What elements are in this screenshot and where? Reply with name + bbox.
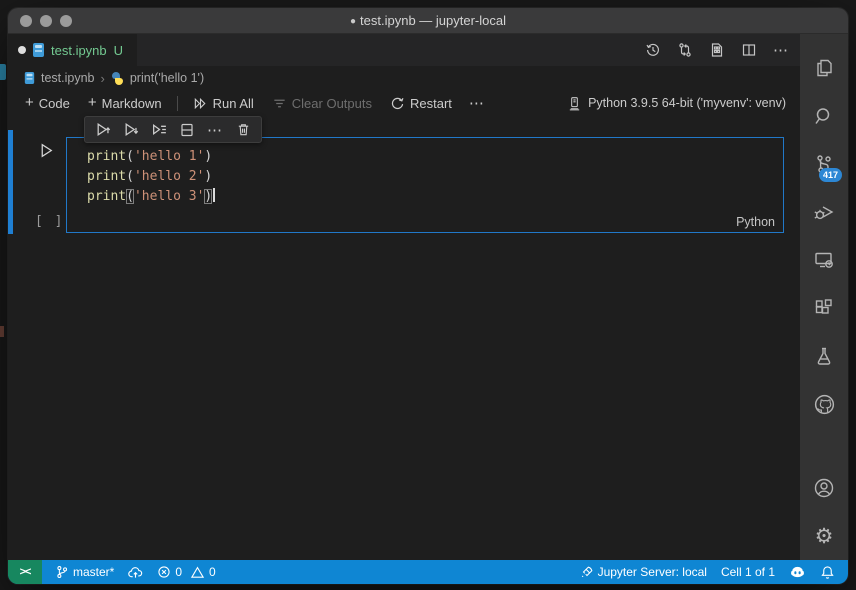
text-cursor (213, 188, 215, 202)
settings-gear-icon[interactable]: ⚙ (800, 512, 848, 560)
warnings-icon (190, 565, 205, 580)
run-all-icon (193, 96, 208, 111)
clear-outputs-button: Clear Outputs (265, 94, 379, 113)
more-actions-icon[interactable]: ⋯ (770, 39, 792, 61)
toolbar-divider (177, 96, 178, 111)
branch-icon (55, 565, 69, 579)
window-title: ●test.ipynb — jupyter-local (8, 13, 848, 28)
code-cell[interactable]: print('hello 1')print('hello 2')print('h… (66, 137, 784, 233)
activity-bar: 417 (800, 34, 848, 560)
run-cell-icon (38, 142, 55, 159)
copilot-status-button[interactable] (782, 560, 813, 584)
notifications-bell-icon[interactable] (813, 560, 842, 584)
code-line[interactable]: print('hello 2') (87, 167, 783, 187)
title-bar: ●test.ipynb — jupyter-local (8, 8, 848, 34)
git-branch-item[interactable]: master* (48, 560, 121, 584)
breadcrumb-file[interactable]: test.ipynb (41, 71, 95, 85)
problems-item[interactable]: 0 0 (150, 560, 222, 584)
breadcrumb[interactable]: test.ipynb › print('hello 1') (8, 66, 800, 90)
vscode-window: ●test.ipynb — jupyter-local test.ipynb U (8, 8, 848, 584)
cell-toolbar: ⋯ (84, 116, 262, 143)
cell-code[interactable]: print('hello 1')print('hello 2')print('h… (67, 138, 783, 207)
restart-kernel-button[interactable]: Restart (383, 94, 459, 113)
add-markdown-cell-button[interactable]: + Markdown (81, 94, 169, 113)
export-notebook-icon[interactable] (706, 39, 728, 61)
toolbar-more-actions[interactable]: ⋯ (463, 94, 491, 112)
tab-file-name: test.ipynb (51, 43, 107, 58)
kernel-picker[interactable]: Python 3.9.5 64-bit ('myvenv': venv) (561, 94, 792, 113)
split-cell-icon[interactable] (175, 119, 199, 141)
breadcrumb-separator: › (101, 71, 105, 86)
status-bar-right: Jupyter Server: local Cell 1 of 1 (573, 560, 848, 584)
plus-icon: + (25, 95, 34, 110)
clear-outputs-icon (272, 96, 287, 111)
account-icon[interactable] (800, 464, 848, 512)
tab-bar: test.ipynb U (8, 34, 800, 66)
status-bar: >< master* 0 (8, 560, 848, 584)
cell-position-item[interactable]: Cell 1 of 1 (714, 560, 782, 584)
remote-explorer-icon[interactable] (800, 236, 848, 284)
testing-icon[interactable] (800, 332, 848, 380)
tab-modified-dot (18, 46, 26, 54)
publish-changes-button[interactable] (121, 560, 150, 584)
explorer-icon[interactable] (800, 44, 848, 92)
github-icon[interactable] (800, 380, 848, 428)
notebook-editor: ⋯ [ ] print('hello (8, 116, 800, 560)
jupyter-server-icon (580, 565, 594, 579)
add-code-cell-button[interactable]: + Code (18, 94, 77, 113)
errors-icon (157, 565, 171, 579)
editor-actions: ⋯ (642, 34, 800, 66)
python-symbol-icon (111, 72, 124, 85)
cloud-upload-icon (128, 565, 143, 580)
cell-more-actions-icon[interactable]: ⋯ (203, 119, 227, 141)
jupyter-server-item[interactable]: Jupyter Server: local (573, 560, 714, 584)
notebook-file-icon (25, 72, 34, 84)
run-by-line-icon[interactable] (147, 119, 171, 141)
execute-below-icon[interactable] (119, 119, 143, 141)
split-editor-icon[interactable] (738, 39, 760, 61)
delete-cell-icon[interactable] (231, 119, 255, 141)
cell-focus-indicator (8, 130, 13, 234)
history-icon[interactable] (642, 39, 664, 61)
source-control-icon[interactable]: 417 (800, 140, 848, 188)
tab-test-ipynb[interactable]: test.ipynb U (8, 34, 137, 66)
plus-icon: + (88, 95, 97, 110)
kernel-icon (567, 96, 582, 111)
background-window-fragment (0, 326, 4, 337)
execution-count: [ ] (35, 214, 64, 229)
run-all-button[interactable]: Run All (186, 94, 261, 113)
restart-icon (390, 96, 405, 111)
remote-indicator[interactable]: >< (8, 560, 42, 584)
breadcrumb-symbol[interactable]: print('hello 1') (130, 71, 204, 85)
compare-changes-icon[interactable] (674, 39, 696, 61)
unsaved-dot: ● (350, 16, 356, 27)
run-cell-button[interactable] (38, 142, 55, 164)
run-and-debug-icon[interactable] (800, 188, 848, 236)
notebook-file-icon (33, 43, 44, 57)
cell-language-picker[interactable]: Python (736, 215, 775, 229)
scm-changes-badge: 417 (819, 168, 842, 182)
notebook-toolbar: + Code + Markdown Run All (8, 90, 800, 116)
code-line[interactable]: print('hello 3') (87, 187, 783, 207)
code-line[interactable]: print('hello 1') (87, 147, 783, 167)
extensions-icon[interactable] (800, 284, 848, 332)
copilot-icon (789, 564, 806, 581)
execute-above-icon[interactable] (91, 119, 115, 141)
tab-git-badge: U (114, 43, 123, 58)
desktop: ●test.ipynb — jupyter-local test.ipynb U (0, 0, 856, 590)
search-icon[interactable] (800, 92, 848, 140)
background-window-fragment (0, 64, 6, 80)
